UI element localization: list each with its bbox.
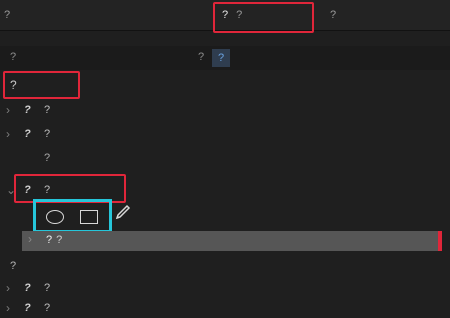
mask-tools-highlight <box>33 199 112 233</box>
rectangle-mask-icon[interactable] <box>80 210 98 224</box>
chevron-right-icon[interactable]: › <box>6 298 10 318</box>
mask-row-end-highlight <box>438 231 442 251</box>
effect-label: ? <box>44 152 51 164</box>
tab-audio-clip-mixer[interactable]: ? <box>330 7 448 23</box>
clip-separator: ? <box>198 51 205 63</box>
mask-row[interactable]: › ?? <box>22 231 442 251</box>
effect-row-channel-volume[interactable]: › ? ? <box>0 298 450 318</box>
chevron-right-icon[interactable]: › <box>6 100 10 120</box>
audio-effects-header: ? <box>10 260 17 272</box>
effect-row-time-remapping[interactable]: ? <box>0 148 450 168</box>
ellipse-mask-icon[interactable] <box>46 210 64 224</box>
video-effects-highlight <box>3 71 80 99</box>
effect-row-volume[interactable]: › ? ? <box>0 278 450 298</box>
clip-selector-bar: ? ? ? <box>0 46 450 70</box>
tab-source[interactable]: ? <box>4 7 164 23</box>
fx-badge[interactable]: ? <box>24 298 31 318</box>
master-clip-label[interactable]: ? <box>10 51 16 63</box>
fx-badge[interactable]: ? <box>24 100 31 120</box>
mask-label: ?? <box>46 234 62 246</box>
chevron-right-icon[interactable]: › <box>6 124 10 144</box>
sequence-clip-label[interactable]: ? <box>212 49 231 67</box>
mask-count: ? <box>56 234 63 246</box>
effect-label: ? <box>44 104 51 116</box>
chevron-right-icon[interactable]: › <box>28 232 32 246</box>
effect-label: ? <box>44 302 51 314</box>
fx-badge[interactable]: ? <box>24 278 31 298</box>
fx-badge[interactable]: ? <box>24 124 31 144</box>
mask-name: ? <box>46 234 53 246</box>
effect-row-opacity[interactable]: › ? ? <box>0 124 450 144</box>
pen-mask-icon[interactable] <box>114 203 132 221</box>
effect-controls-tab-highlight <box>213 2 314 33</box>
effect-label: ? <box>44 128 51 140</box>
chevron-right-icon[interactable]: › <box>6 278 10 298</box>
effect-row-motion[interactable]: › ? ? <box>0 100 450 120</box>
effect-controls-panel: ? ?? ? ? ? ? ? › ? ? › ? ? ? ⌄ ? ? › ?? <box>0 0 450 315</box>
effect-label: ? <box>44 282 51 294</box>
